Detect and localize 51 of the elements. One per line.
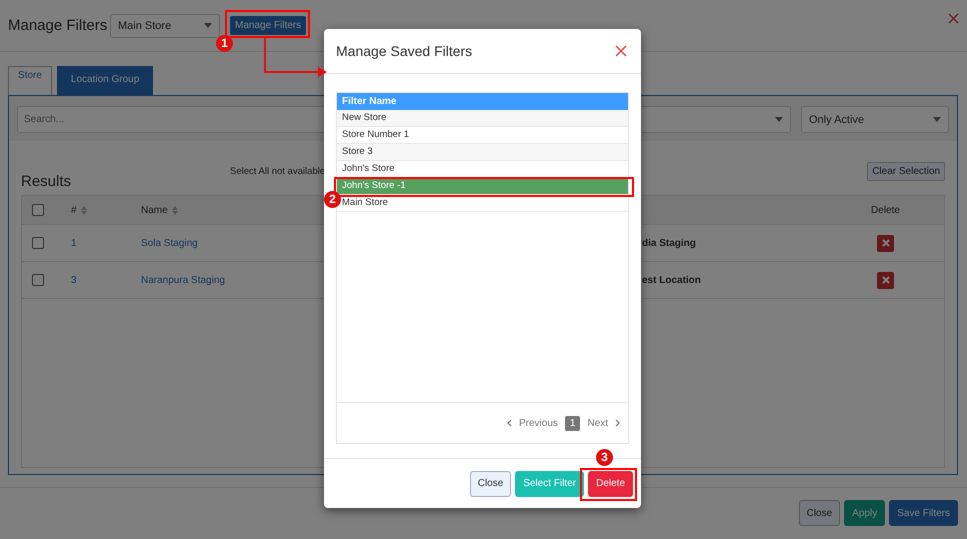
highlight-frame: [580, 468, 637, 501]
checkbox[interactable]: [32, 204, 44, 216]
tab[interactable]: Location Group: [56, 66, 154, 95]
table-cell: dia Staging: [642, 238, 696, 248]
modal-button[interactable]: Select Filter: [515, 470, 584, 496]
table-cell[interactable]: Sola Staging: [141, 238, 198, 248]
caret-icon: [204, 23, 212, 28]
column-header: Filter Name: [337, 93, 628, 110]
footer-button[interactable]: Save Filters: [889, 500, 958, 526]
footer-button[interactable]: Close: [798, 500, 840, 526]
filter-row[interactable]: Store 3: [337, 144, 628, 161]
status-select[interactable]: Only Active: [801, 106, 949, 133]
checkbox[interactable]: [32, 237, 44, 249]
footer-button[interactable]: Apply: [844, 500, 886, 526]
modal-title: Manage Saved Filters: [336, 43, 472, 59]
checkbox[interactable]: [32, 274, 44, 286]
cross-icon: [882, 239, 890, 247]
filter-row[interactable]: New Store: [337, 110, 628, 127]
previous-link[interactable]: Previous: [518, 418, 558, 428]
tab[interactable]: Store: [8, 66, 52, 95]
page-number[interactable]: 1: [564, 416, 580, 430]
modal-button[interactable]: Delete: [588, 470, 633, 496]
table-cell[interactable]: 1: [71, 238, 77, 248]
manage-filters-button[interactable]: Manage Filters: [230, 16, 306, 35]
column-header[interactable]: Name: [141, 204, 168, 216]
table-cell[interactable]: Naranpura Staging: [141, 274, 225, 286]
step-badge: 1: [216, 35, 233, 52]
table-cell: est Location: [642, 274, 701, 286]
close-icon[interactable]: [948, 13, 959, 24]
delete-button[interactable]: [877, 234, 894, 252]
clear-selection-button[interactable]: Clear Selection: [867, 162, 945, 180]
cross-icon: [882, 276, 890, 284]
caret-icon: [933, 117, 941, 122]
chevron-left-icon[interactable]: [506, 419, 512, 427]
page-title: Manage Filters: [8, 17, 108, 34]
select-all-note: Select All not available: [230, 166, 326, 176]
close-icon[interactable]: [615, 45, 627, 57]
column-header[interactable]: #: [71, 204, 77, 216]
next-link[interactable]: Next: [587, 418, 608, 428]
caret-icon: [775, 117, 783, 122]
chevron-right-icon[interactable]: [615, 419, 620, 427]
filter-row[interactable]: Store Number 1: [337, 127, 628, 144]
sort-icon[interactable]: [80, 206, 87, 214]
filter-row[interactable]: John's Store -1: [337, 178, 628, 195]
modal-button[interactable]: Close: [470, 470, 512, 496]
sort-icon[interactable]: [172, 206, 178, 214]
store-select[interactable]: Main Store: [110, 14, 220, 38]
delete-button[interactable]: [877, 272, 894, 288]
table-cell[interactable]: 3: [71, 274, 77, 286]
column-header: Delete: [871, 204, 900, 216]
results-heading: Results: [21, 172, 72, 190]
